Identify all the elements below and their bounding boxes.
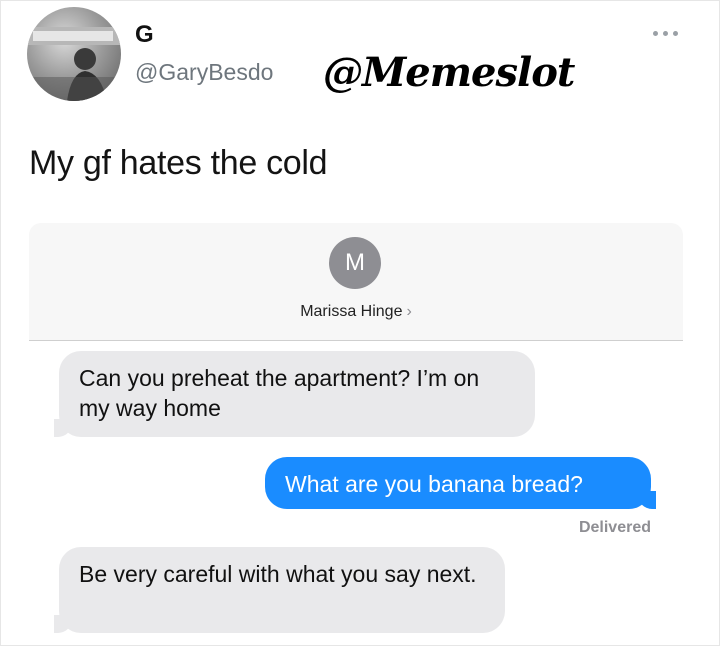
tweet-text: My gf hates the cold [29, 144, 328, 182]
message-bubble-incoming: Be very careful with what you say next. [54, 547, 505, 633]
message-text: What are you banana bread? [285, 471, 583, 497]
avatar-photo-icon [27, 27, 121, 101]
contact-avatar[interactable]: M [329, 237, 381, 289]
user-avatar[interactable] [27, 7, 121, 101]
watermark-text: @Memeslot [323, 49, 575, 96]
user-handle[interactable]: @GaryBesdo [135, 59, 273, 86]
display-name[interactable]: G [135, 21, 154, 49]
message-bubble-outgoing: What are you banana bread? [265, 457, 656, 509]
more-horizontal-icon[interactable] [653, 31, 683, 41]
message-text: Can you preheat the apartment? I’m on my… [79, 365, 480, 421]
chat-header: M Marissa Hinge › [29, 223, 683, 341]
chevron-right-icon: › [406, 303, 412, 320]
embedded-message-screenshot: M Marissa Hinge › Can you preheat the apa… [29, 223, 683, 638]
message-bubble-incoming: Can you preheat the apartment? I’m on my… [54, 351, 535, 437]
tweet-card: G @GaryBesdo @Memeslot My gf hates the c… [0, 0, 720, 646]
contact-name: Marissa Hinge [300, 303, 403, 320]
message-text: Be very careful with what you say next. [79, 561, 477, 587]
contact-name-row[interactable]: Marissa Hinge › [29, 303, 683, 321]
delivered-status: Delivered [578, 519, 651, 536]
